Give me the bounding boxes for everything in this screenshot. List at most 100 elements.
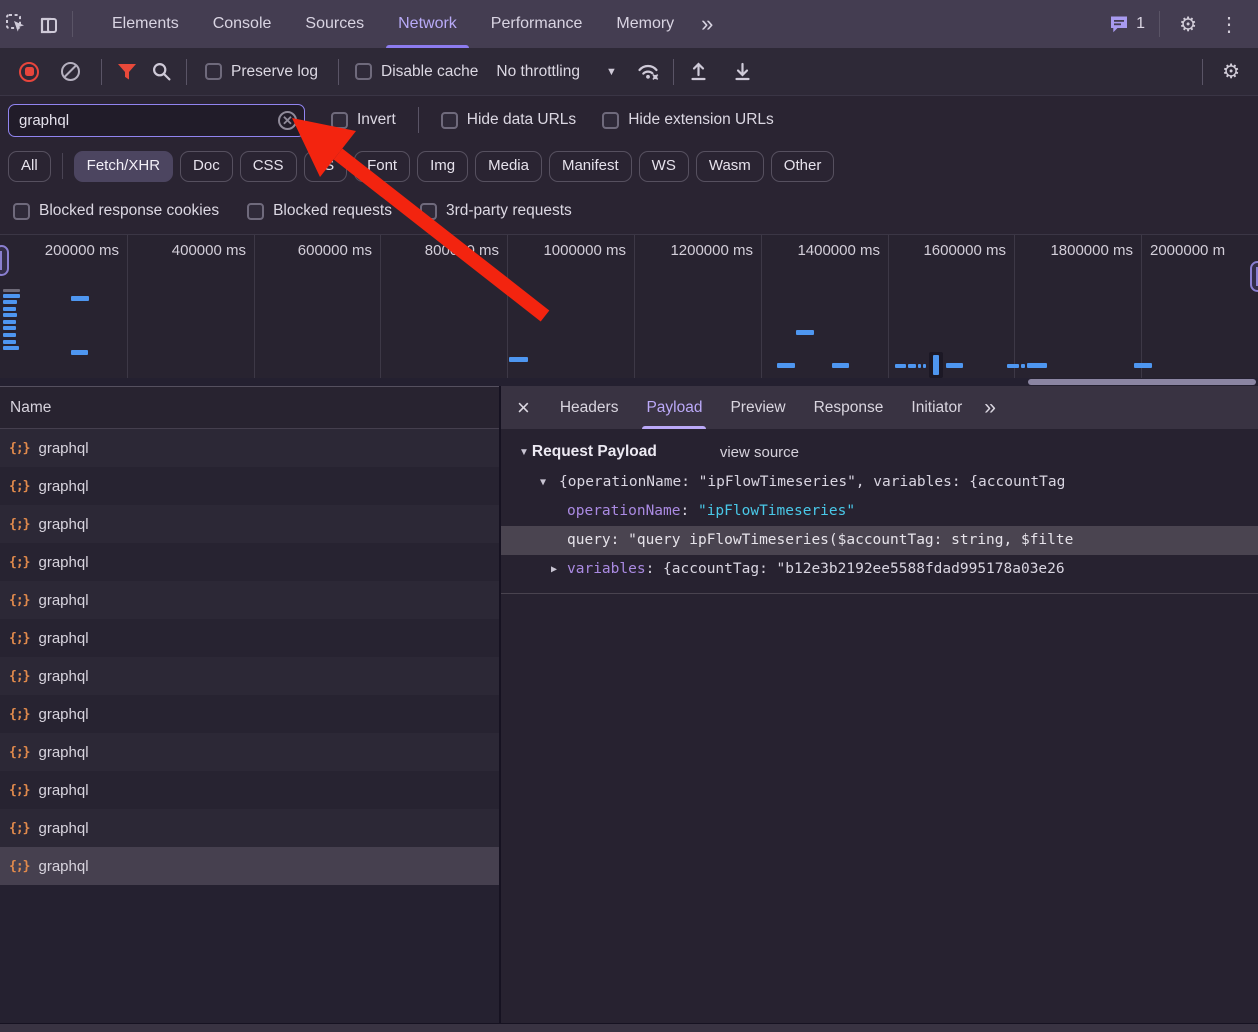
export-har-button[interactable] (726, 55, 760, 89)
devtools-top-bar: ElementsConsoleSourcesNetworkPerformance… (0, 0, 1258, 48)
overview-scrollbar-thumb[interactable] (1028, 379, 1256, 385)
filter-chip-css[interactable]: CSS (240, 151, 297, 182)
detail-tab-response[interactable]: Response (800, 386, 898, 429)
network-overview-timeline[interactable]: 200000 ms400000 ms600000 ms800000 ms1000… (0, 234, 1258, 386)
network-request-row[interactable]: {;}graphql (0, 619, 499, 657)
disable-cache-checkbox[interactable]: Disable cache (355, 63, 478, 81)
filter-input[interactable] (8, 104, 305, 137)
tab-console[interactable]: Console (196, 0, 289, 48)
timeline-tick-label: 400000 ms (172, 242, 246, 259)
checkbox-box[interactable] (205, 63, 222, 80)
collapse-triangle-icon[interactable]: ▼ (519, 447, 529, 458)
timeline-tick-label: 1800000 ms (1050, 242, 1133, 259)
fetch-xhr-icon: {;} (9, 745, 29, 760)
filter-chip-img[interactable]: Img (417, 151, 468, 182)
timeline-tick-label: 600000 ms (298, 242, 372, 259)
detail-tab-payload[interactable]: Payload (632, 386, 716, 429)
expand-triangle-icon[interactable]: ▶ (551, 555, 557, 584)
blocked-requests-checkbox[interactable]: Blocked requests (247, 202, 392, 220)
tab-elements[interactable]: Elements (95, 0, 196, 48)
network-request-row[interactable]: {;}graphql (0, 847, 499, 885)
expand-triangle-icon[interactable]: ▼ (540, 468, 546, 497)
network-request-row[interactable]: {;}graphql (0, 771, 499, 809)
checkbox-box[interactable] (420, 203, 437, 220)
toolbar-divider (101, 59, 102, 85)
invert-checkbox[interactable]: Invert (331, 111, 396, 129)
detail-tab-preview[interactable]: Preview (716, 386, 799, 429)
timeline-tick-label: 200000 ms (45, 242, 119, 259)
record-network-log-button[interactable] (19, 62, 39, 82)
checkbox-box[interactable] (355, 63, 372, 80)
filter-toggle-button[interactable] (110, 55, 144, 89)
name-column-header[interactable]: Name (0, 386, 499, 429)
network-request-row[interactable]: {;}graphql (0, 809, 499, 847)
checkbox-box[interactable] (441, 112, 458, 129)
timeline-request-bar (3, 300, 17, 304)
device-toolbar-icon[interactable] (32, 0, 64, 48)
checkbox-label: Blocked requests (273, 202, 392, 220)
network-request-row[interactable]: {;}graphql (0, 467, 499, 505)
filter-chip-wasm[interactable]: Wasm (696, 151, 764, 182)
timeline-request-bar (3, 326, 16, 330)
network-request-row[interactable]: {;}graphql (0, 543, 499, 581)
payload-root-line[interactable]: ▼ {operationName: "ipFlowTimeseries", va… (501, 468, 1258, 497)
network-conditions-button[interactable] (631, 55, 665, 89)
preserve-log-checkbox[interactable]: Preserve log (205, 63, 318, 81)
filter-chip-other[interactable]: Other (771, 151, 835, 182)
timeline-gridline (761, 235, 762, 378)
filter-chip-all[interactable]: All (8, 151, 51, 182)
more-panels-icon[interactable]: » (691, 11, 720, 37)
filter-chip-manifest[interactable]: Manifest (549, 151, 632, 182)
network-request-row[interactable]: {;}graphql (0, 657, 499, 695)
view-source-link[interactable]: view source (720, 444, 799, 461)
issues-badge[interactable]: 1 (1103, 14, 1151, 34)
more-options-icon[interactable]: ⋮ (1208, 12, 1250, 37)
detail-tab-initiator[interactable]: Initiator (897, 386, 976, 429)
payload-variables-line[interactable]: ▶ variables: {accountTag: "b12e3b2192ee5… (501, 555, 1258, 584)
network-request-row[interactable]: {;}graphql (0, 733, 499, 771)
checkbox-box[interactable] (247, 203, 264, 220)
tab-network[interactable]: Network (381, 0, 474, 48)
network-settings-gear-icon[interactable]: ⚙ (1211, 59, 1258, 84)
filter-chip-js[interactable]: JS (304, 151, 348, 182)
more-detail-tabs-icon[interactable]: » (976, 396, 1001, 420)
clear-filter-icon[interactable]: ✕ (278, 111, 297, 130)
bottom-strip (0, 1023, 1258, 1032)
filter-input-wrap: ✕ (8, 104, 305, 137)
settings-gear-icon[interactable]: ⚙ (1168, 12, 1208, 37)
overview-scrollbar-track[interactable] (0, 378, 1258, 386)
filter-chip-ws[interactable]: WS (639, 151, 689, 182)
network-main-area: Name {;}graphql{;}graphql{;}graphql{;}gr… (0, 386, 1258, 1023)
close-detail-icon[interactable]: × (501, 388, 546, 428)
filter-chip-media[interactable]: Media (475, 151, 542, 182)
tab-performance[interactable]: Performance (474, 0, 600, 48)
filter-chip-doc[interactable]: Doc (180, 151, 233, 182)
hide-extension-urls-checkbox[interactable]: Hide extension URLs (602, 111, 774, 129)
detail-tab-headers[interactable]: Headers (546, 386, 633, 429)
clear-network-log-button[interactable] (61, 62, 80, 81)
checkbox-box[interactable] (602, 112, 619, 129)
overview-right-grip[interactable] (1250, 261, 1258, 292)
checkbox-box[interactable] (331, 112, 348, 129)
3rd-party-requests-checkbox[interactable]: 3rd-party requests (420, 202, 572, 220)
network-request-row[interactable]: {;}graphql (0, 429, 499, 467)
filter-chip-fetch-xhr[interactable]: Fetch/XHR (74, 151, 173, 182)
tab-memory[interactable]: Memory (599, 0, 691, 48)
network-request-row[interactable]: {;}graphql (0, 505, 499, 543)
timeline-request-bar (3, 313, 17, 317)
filter-chip-font[interactable]: Font (354, 151, 410, 182)
network-request-row[interactable]: {;}graphql (0, 581, 499, 619)
search-button[interactable] (144, 55, 178, 89)
overview-left-grip[interactable] (0, 245, 9, 276)
import-har-button[interactable] (682, 55, 716, 89)
request-name: graphql (38, 858, 88, 875)
inspect-element-icon[interactable] (0, 0, 32, 48)
checkbox-box[interactable] (13, 203, 30, 220)
network-request-row[interactable]: {;}graphql (0, 695, 499, 733)
fetch-xhr-icon: {;} (9, 669, 29, 684)
blocked-response-cookies-checkbox[interactable]: Blocked response cookies (13, 202, 219, 220)
throttling-dropdown[interactable]: No throttling ▼ (496, 63, 616, 81)
hide-data-urls-checkbox[interactable]: Hide data URLs (441, 111, 576, 129)
tab-sources[interactable]: Sources (288, 0, 381, 48)
payload-query-line[interactable]: query: "query ipFlowTimeseries($accountT… (501, 526, 1258, 555)
